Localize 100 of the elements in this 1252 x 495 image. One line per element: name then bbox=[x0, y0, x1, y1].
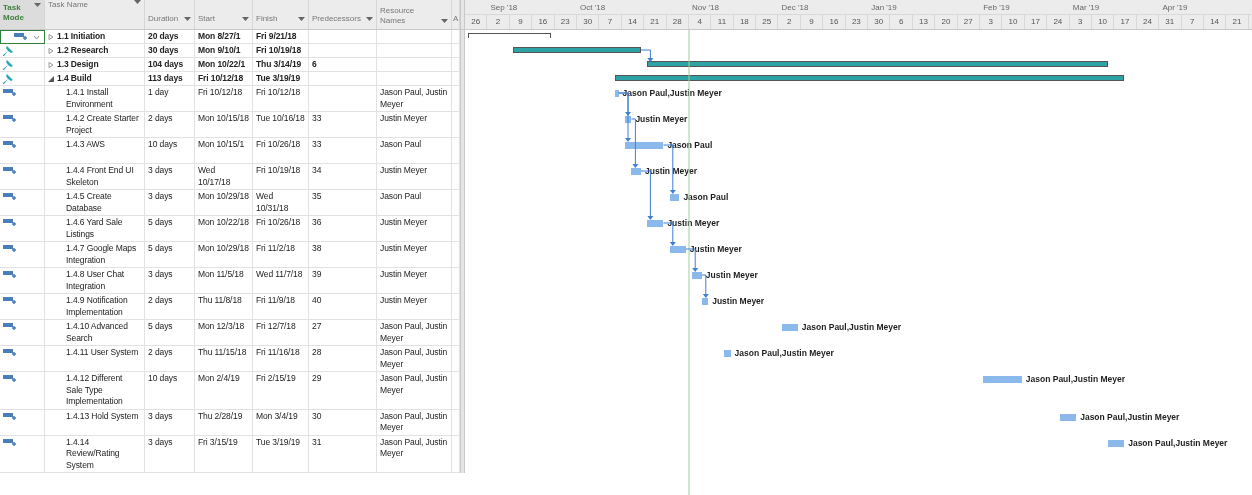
start-date-cell: Fri 3/15/19 bbox=[195, 435, 253, 473]
column-header[interactable]: Finish bbox=[253, 0, 309, 29]
resource-names-cell: Jason Paul, Justin Meyer bbox=[377, 346, 452, 372]
week-label: 7 bbox=[599, 15, 622, 29]
finish-date-cell: Fri 11/2/18 bbox=[253, 242, 309, 268]
start-date-cell: Mon 10/29/18 bbox=[195, 190, 253, 216]
bar-label: Justin Meyer bbox=[712, 296, 765, 307]
week-label: 25 bbox=[756, 15, 779, 29]
finish-date-cell: Fri 2/15/19 bbox=[253, 372, 309, 410]
week-label: 21 bbox=[1226, 15, 1249, 29]
finish-date-cell: Mon 3/4/19 bbox=[253, 409, 309, 436]
column-header[interactable]: Predecessors bbox=[309, 0, 377, 29]
predecessors-cell: 39 bbox=[309, 268, 377, 294]
start-date-cell: Thu 11/8/18 bbox=[195, 294, 253, 320]
collapsed-triangle-icon[interactable] bbox=[48, 34, 54, 40]
collapsed-triangle-icon[interactable] bbox=[48, 48, 54, 54]
task-bar[interactable] bbox=[647, 220, 664, 227]
week-label: 24 bbox=[1136, 15, 1160, 29]
task-bar[interactable] bbox=[1108, 439, 1125, 447]
finish-date-cell: Thu 3/14/19 bbox=[253, 58, 309, 72]
task-mode-cell[interactable] bbox=[0, 30, 45, 44]
bar-label: Jason Paul,Justin Meyer bbox=[1128, 437, 1228, 449]
week-label: 14 bbox=[621, 15, 645, 29]
month-label: Apr '19 bbox=[1162, 3, 1188, 13]
bar-label: Jason Paul,Justin Meyer bbox=[1025, 374, 1125, 385]
caret-icon bbox=[242, 17, 249, 21]
predecessors-cell: 27 bbox=[309, 320, 377, 346]
task-bar[interactable] bbox=[701, 298, 709, 305]
task-bar[interactable] bbox=[1060, 413, 1077, 421]
column-header[interactable]: Duration bbox=[145, 0, 195, 29]
start-date-cell: Mon 10/15/1 bbox=[195, 138, 253, 164]
dependency-arrow bbox=[640, 49, 654, 62]
caret-icon bbox=[184, 17, 191, 21]
task-name: 1.1 Initiation bbox=[57, 31, 106, 43]
finish-date-cell: Fri 10/26/18 bbox=[253, 216, 309, 242]
finish-date-cell: Fri 10/12/18 bbox=[253, 86, 309, 112]
month-label: Nov '18 bbox=[692, 3, 719, 13]
task-bar[interactable] bbox=[781, 324, 798, 331]
collapsed-triangle-icon[interactable] bbox=[48, 62, 54, 68]
week-label: 9 bbox=[800, 15, 824, 29]
resource-names-cell: Jason Paul, Justin Meyer bbox=[377, 86, 452, 112]
bar-label: Jason Paul,Justin Meyer bbox=[801, 322, 901, 333]
task-name: 1.4.4 Front End UI Skeleton bbox=[66, 165, 135, 188]
start-date-cell: Mon 8/27/1 bbox=[195, 30, 253, 44]
duration-cell: 104 days bbox=[145, 58, 195, 72]
task-name: 1.4.10 Advanced Search bbox=[66, 321, 129, 344]
predecessors-cell bbox=[309, 86, 377, 112]
column-header[interactable]: Task Name bbox=[45, 0, 145, 29]
task-name: 1.4 Build bbox=[57, 73, 92, 85]
column-header[interactable]: Task Mode bbox=[0, 0, 45, 29]
week-label: 13 bbox=[912, 15, 936, 29]
task-bar[interactable] bbox=[669, 194, 680, 201]
duration-cell: 2 days bbox=[145, 112, 195, 138]
duration-cell: 5 days bbox=[145, 320, 195, 346]
task-name: 1.4.7 Google Maps Integration bbox=[66, 243, 138, 266]
month-label: Oct '18 bbox=[580, 3, 606, 13]
finish-date-cell: Tue 10/16/18 bbox=[253, 112, 309, 138]
finish-date-cell: Fri 11/16/18 bbox=[253, 346, 309, 372]
finish-date-cell: Wed 10/31/18 bbox=[253, 190, 309, 216]
task-bar[interactable] bbox=[625, 116, 632, 123]
week-label: 27 bbox=[957, 15, 980, 29]
duration-cell: 2 days bbox=[145, 346, 195, 372]
task-bar[interactable] bbox=[669, 246, 686, 253]
predecessors-cell: 33 bbox=[309, 112, 377, 138]
predecessors-cell: 6 bbox=[309, 58, 377, 72]
predecessors-cell: 35 bbox=[309, 190, 377, 216]
week-label: 30 bbox=[576, 15, 600, 29]
finish-date-cell: Tue 3/19/19 bbox=[253, 435, 309, 473]
start-date-cell: Mon 11/5/18 bbox=[195, 268, 253, 294]
dropdown-icon[interactable] bbox=[32, 33, 41, 42]
start-date-cell: Mon 2/4/19 bbox=[195, 372, 253, 410]
summary-bar[interactable] bbox=[468, 33, 552, 38]
week-label: 16 bbox=[532, 15, 555, 29]
start-date-cell: Fri 10/12/18 bbox=[195, 86, 253, 112]
column-header[interactable]: Start bbox=[195, 0, 253, 29]
task-name: 1.4.12 Different Sale Type Implementation bbox=[66, 373, 124, 408]
duration-cell: 3 days bbox=[145, 268, 195, 294]
week-label: 26 bbox=[465, 15, 488, 29]
duration-cell: 3 days bbox=[145, 164, 195, 190]
expanded-triangle-icon[interactable] bbox=[48, 76, 54, 82]
task-name: 1.3 Design bbox=[57, 59, 99, 71]
pane-splitter[interactable] bbox=[460, 30, 465, 44]
start-date-cell: Mon 9/10/1 bbox=[195, 44, 253, 58]
predecessors-cell: 34 bbox=[309, 164, 377, 190]
task-bar[interactable] bbox=[615, 90, 619, 97]
finish-date-cell: Tue 3/19/19 bbox=[253, 72, 309, 86]
resource-names-cell: Justin Meyer bbox=[377, 216, 452, 242]
finish-date-cell: Fri 10/26/18 bbox=[253, 138, 309, 164]
pane-splitter[interactable] bbox=[460, 435, 465, 473]
duration-cell: 3 days bbox=[145, 435, 195, 473]
duration-cell: 1 day bbox=[145, 86, 195, 112]
pane-splitter[interactable] bbox=[460, 0, 465, 29]
finish-date-cell: Fri 10/19/18 bbox=[253, 164, 309, 190]
column-header[interactable]: Resource Names bbox=[377, 0, 452, 29]
resource-names-cell: Justin Meyer bbox=[377, 164, 452, 190]
week-label: 24 bbox=[1047, 15, 1070, 29]
task-name: 1.4.6 Yard Sale Listings bbox=[66, 217, 124, 240]
bar-label: Justin Meyer bbox=[689, 244, 742, 255]
start-date-cell: Mon 12/3/18 bbox=[195, 320, 253, 346]
task-bar[interactable] bbox=[625, 142, 664, 149]
